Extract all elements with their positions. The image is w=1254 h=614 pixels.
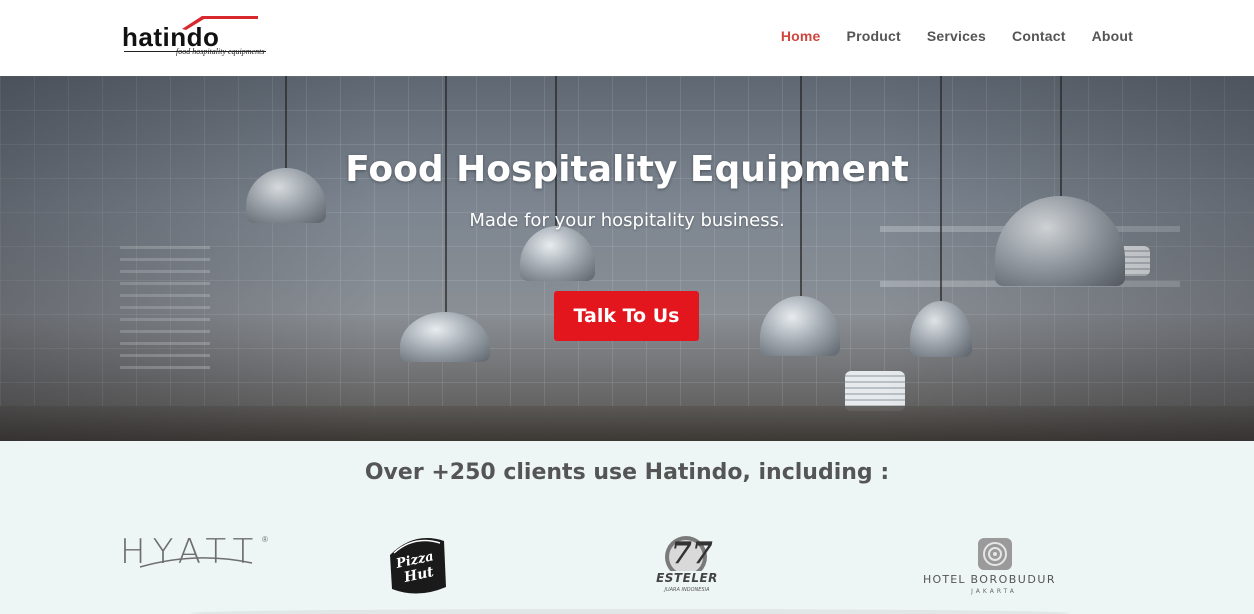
registered-mark-icon: ® [262,535,268,544]
esteler-77-logo: 77 ESTELER JUARA INDONESIA [652,535,720,597]
hyatt-swoosh-icon [139,557,253,568]
nav-about[interactable]: About [1092,26,1133,46]
hotel-prefix: HOTEL [923,573,966,586]
nav-product[interactable]: Product [847,26,901,46]
hero-subtitle: Made for your hospitality business. [469,210,785,231]
esteler-number: 77 [671,536,713,571]
esteler-subcaption: JUARA INDONESIA [664,587,710,593]
site-header: hatindo food hospitality equipments Home… [0,0,1254,76]
hero-title: Food Hospitality Equipment [345,149,909,190]
logo-tagline: food hospitality equipments [176,47,265,56]
clients-heading: Over +250 clients use Hatindo, including… [364,460,890,485]
hotel-borobudur-logo: HOTEL BOROBUDUR JAKARTA [920,537,1070,599]
pizza-hut-logo: Pizza Hut [384,533,450,597]
main-nav: Home Product Services Contact About [755,26,1133,46]
borobudur-name: BOROBUDUR [970,573,1057,586]
nav-services[interactable]: Services [927,26,986,46]
talk-to-us-button[interactable]: Talk To Us [554,291,699,341]
nav-home[interactable]: Home [781,26,821,46]
esteler-caption: ESTELER [656,571,718,585]
hero-background-kitchen-image [0,76,1254,441]
hyatt-logo: HYATT ® [120,535,272,575]
borobudur-emblem-icon [978,538,1012,570]
hotel-borobudur-wordmark: HOTEL BOROBUDUR [923,573,1056,586]
card-shadow [190,609,1070,614]
nav-contact[interactable]: Contact [1012,26,1066,46]
hotel-city: JAKARTA [971,588,1017,595]
hero-section: Food Hospitality Equipment Made for your… [0,76,1254,441]
hatindo-logo[interactable]: hatindo food hospitality equipments [122,14,270,60]
clients-section: Over +250 clients use Hatindo, including… [0,441,1254,614]
